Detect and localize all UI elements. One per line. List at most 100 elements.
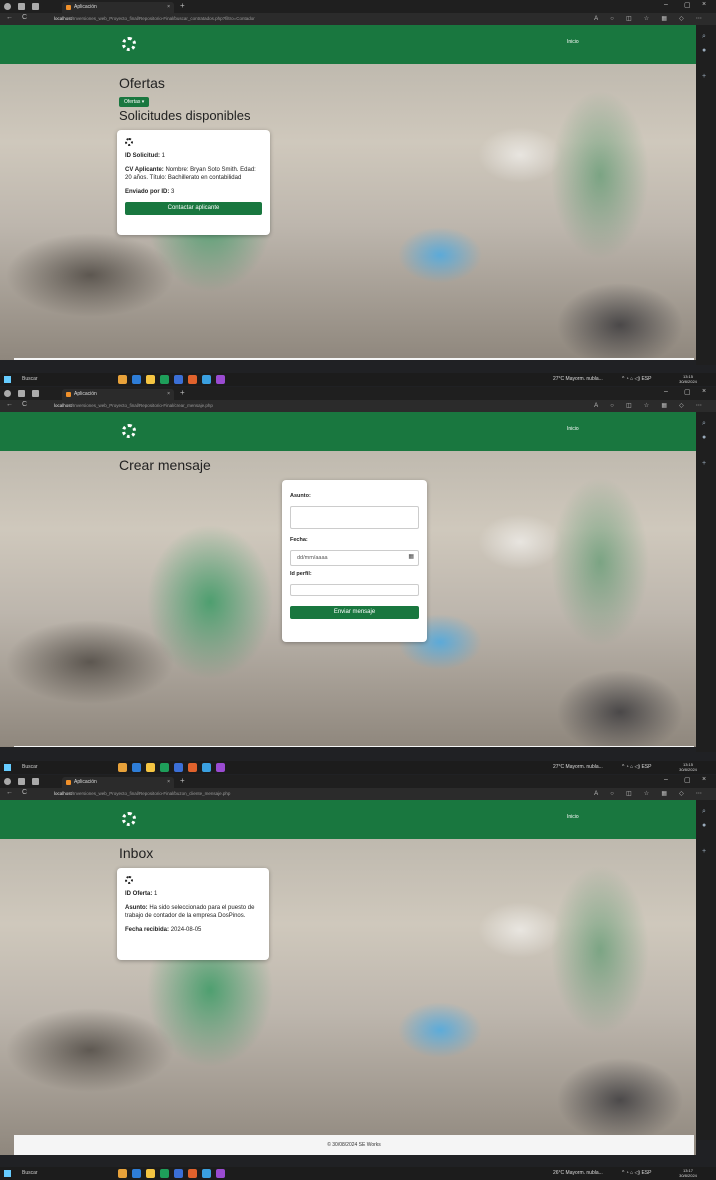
taskbar-search[interactable]: Buscar <box>22 1167 38 1180</box>
close-window-button[interactable]: × <box>702 1 706 8</box>
app-icon[interactable] <box>202 375 211 384</box>
url-field[interactable]: localhost/Inversiones_web_Proyecto_final… <box>54 15 584 23</box>
add-icon[interactable]: + <box>702 848 706 855</box>
app-icon[interactable] <box>174 763 183 772</box>
refresh-button[interactable]: C <box>22 14 27 21</box>
app-icon[interactable] <box>202 1169 211 1178</box>
new-tab-button[interactable]: + <box>180 776 185 785</box>
tab-actions-icon[interactable] <box>32 3 39 10</box>
tab-close-icon[interactable]: × <box>167 777 170 788</box>
add-icon[interactable]: + <box>702 460 706 467</box>
minimize-button[interactable]: – <box>664 776 668 783</box>
clock[interactable]: 13:17 30/8/2024 <box>675 1167 701 1178</box>
app-icon[interactable] <box>132 375 141 384</box>
asunto-textarea[interactable] <box>290 506 419 529</box>
maximize-button[interactable]: ▢ <box>684 388 691 396</box>
back-button[interactable]: ← <box>6 789 13 796</box>
close-window-button[interactable]: × <box>702 776 706 783</box>
recycle-gear-logo[interactable] <box>122 37 136 51</box>
weather-widget[interactable]: 26°C Mayorm. nubla... <box>553 1167 603 1180</box>
app-icon[interactable] <box>160 763 169 772</box>
add-icon[interactable]: + <box>702 73 706 80</box>
system-tray[interactable]: ^ ◔ ⌂ ◁) ESP <box>622 1167 651 1180</box>
contactar-aplicante-button[interactable]: Contactar aplicante <box>125 202 262 215</box>
favorite-icon[interactable]: ☆ <box>644 15 649 23</box>
read-aloud-icon[interactable]: A <box>594 15 598 23</box>
app-icon[interactable] <box>160 1169 169 1178</box>
workspaces-icon[interactable] <box>18 3 25 10</box>
app-icon[interactable] <box>118 375 127 384</box>
weather-widget[interactable]: 27°C Mayorm. nubla... <box>553 373 603 386</box>
app-icon[interactable] <box>132 1169 141 1178</box>
profile-icon[interactable] <box>4 390 11 397</box>
app-icon[interactable] <box>202 763 211 772</box>
workspaces-icon[interactable] <box>18 390 25 397</box>
copilot-icon[interactable]: ● <box>702 822 706 829</box>
nav-link-inicio[interactable]: Inicio <box>567 39 579 45</box>
tab-actions-icon[interactable] <box>32 778 39 785</box>
profile-icon[interactable] <box>4 3 11 10</box>
split-screen-icon[interactable]: ◫ <box>626 15 632 23</box>
zoom-icon[interactable]: ○ <box>610 402 614 410</box>
ofertas-dropdown[interactable]: Ofertas ▾ <box>119 97 150 107</box>
app-icon[interactable] <box>216 375 225 384</box>
split-screen-icon[interactable]: ◫ <box>626 790 632 798</box>
extensions-icon[interactable]: ◇ <box>679 402 684 410</box>
close-window-button[interactable]: × <box>702 388 706 395</box>
search-icon[interactable]: ⌕ <box>702 420 706 428</box>
maximize-button[interactable]: ▢ <box>684 1 691 9</box>
tab-actions-icon[interactable] <box>32 390 39 397</box>
browser-tab[interactable]: Aplicación × <box>62 389 174 400</box>
app-icon[interactable] <box>118 1169 127 1178</box>
nav-link-inicio[interactable]: Inicio <box>567 426 579 432</box>
refresh-button[interactable]: C <box>22 789 27 796</box>
app-icon[interactable] <box>146 375 155 384</box>
refresh-button[interactable]: C <box>22 401 27 408</box>
favorite-icon[interactable]: ☆ <box>644 402 649 410</box>
app-icon[interactable] <box>146 763 155 772</box>
search-icon[interactable]: ⌕ <box>702 808 706 816</box>
minimize-button[interactable]: – <box>664 388 668 395</box>
favorite-icon[interactable]: ☆ <box>644 790 649 798</box>
clock[interactable]: 13:15 30/8/2024 <box>675 761 701 772</box>
enviar-mensaje-button[interactable]: Enviar mensaje <box>290 606 419 619</box>
app-icon[interactable] <box>188 375 197 384</box>
back-button[interactable]: ← <box>6 14 13 21</box>
collections-icon[interactable]: ▦ <box>661 402 667 410</box>
collections-icon[interactable]: ▦ <box>661 790 667 798</box>
tab-close-icon[interactable]: × <box>167 2 170 13</box>
app-icon[interactable] <box>118 763 127 772</box>
browser-tab[interactable]: Aplicación × <box>62 777 174 788</box>
id-perfil-input[interactable] <box>290 584 419 596</box>
maximize-button[interactable]: ▢ <box>684 776 691 784</box>
app-icon[interactable] <box>188 763 197 772</box>
windows-start-icon[interactable] <box>4 764 11 771</box>
search-icon[interactable]: ⌕ <box>702 33 706 41</box>
extensions-icon[interactable]: ◇ <box>679 790 684 798</box>
recycle-gear-logo[interactable] <box>122 812 136 826</box>
collections-icon[interactable]: ▦ <box>661 15 667 23</box>
read-aloud-icon[interactable]: A <box>594 402 598 410</box>
taskbar-search[interactable]: Buscar <box>22 373 38 386</box>
profile-icon[interactable] <box>4 778 11 785</box>
zoom-icon[interactable]: ○ <box>610 15 614 23</box>
app-icon[interactable] <box>174 375 183 384</box>
app-icon[interactable] <box>146 1169 155 1178</box>
copilot-icon[interactable]: ● <box>702 47 706 54</box>
more-icon[interactable]: ⋯ <box>696 790 702 798</box>
app-icon[interactable] <box>174 1169 183 1178</box>
tab-close-icon[interactable]: × <box>167 389 170 400</box>
calendar-icon[interactable]: ▦ <box>408 553 414 561</box>
recycle-gear-logo[interactable] <box>122 424 136 438</box>
system-tray[interactable]: ^ ◔ ⌂ ◁) ESP <box>622 761 651 774</box>
zoom-icon[interactable]: ○ <box>610 790 614 798</box>
clock[interactable]: 13:15 30/8/2024 <box>675 373 701 384</box>
app-icon[interactable] <box>132 763 141 772</box>
nav-link-inicio[interactable]: Inicio <box>567 814 579 820</box>
app-icon[interactable] <box>216 763 225 772</box>
browser-tab[interactable]: Aplicación × <box>62 2 174 13</box>
copilot-icon[interactable]: ● <box>702 434 706 441</box>
weather-widget[interactable]: 27°C Mayorm. nubla... <box>553 761 603 774</box>
app-icon[interactable] <box>216 1169 225 1178</box>
taskbar-search[interactable]: Buscar <box>22 761 38 774</box>
